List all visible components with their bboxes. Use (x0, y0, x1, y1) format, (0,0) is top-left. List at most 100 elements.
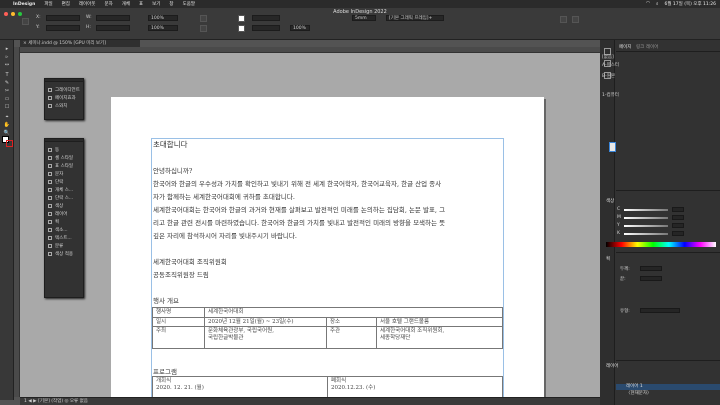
stroke-swatch-icon[interactable] (238, 25, 245, 32)
panel-item-object-styles[interactable]: 개체 스... (45, 186, 83, 194)
table-cell[interactable]: 2020년 12월 21일(월) ~ 23일(수) (204, 316, 327, 327)
menubar-app-name[interactable]: InDesign (13, 2, 35, 7)
signature-line-2[interactable]: 공동조직위원장 드림 (153, 269, 209, 279)
panel-item-gradient[interactable]: 그레이디언트 (45, 86, 83, 94)
layer-row[interactable]: 레이어 1 (616, 384, 720, 390)
object-style-select[interactable]: [기본 그래픽 프레임]+ (386, 15, 444, 21)
page-heading[interactable]: 초대합니다 (153, 139, 188, 150)
menu-window[interactable]: 창 (169, 1, 173, 7)
direct-selection-tool-icon[interactable]: ▹ (3, 54, 11, 60)
document-tab[interactable]: × 세미나.indd @ 150% [GPU 미리 보기] (20, 40, 140, 47)
table-cell[interactable]: 문화체육관광부, 국립국어원, 국립한글박물관 (204, 326, 327, 349)
panel-item-page-effects[interactable]: 페이지효과 (45, 94, 83, 102)
table-cell[interactable]: 주최 (152, 326, 205, 349)
page-label[interactable]: 1-컴퓨터 (602, 92, 619, 98)
table-cell[interactable]: 주관 (326, 326, 377, 349)
stroke-size-field[interactable]: 5mm (352, 15, 376, 21)
w-field[interactable] (96, 15, 130, 21)
x-field[interactable] (46, 15, 80, 21)
hand-tool-icon[interactable]: ✋ (3, 122, 11, 128)
table-cell[interactable]: 행사명 (152, 307, 205, 318)
stroke-weight-input[interactable] (640, 266, 662, 271)
rectangle-tool-icon[interactable]: ☐ (3, 104, 11, 110)
black-field[interactable] (672, 231, 684, 236)
h-field[interactable] (96, 25, 130, 31)
section-program[interactable]: 프로그램 (153, 366, 177, 376)
rectangle-frame-tool-icon[interactable]: ▭ (3, 96, 11, 102)
scissors-tool-icon[interactable]: ✂ (3, 88, 11, 94)
reference-point-icon[interactable] (22, 18, 29, 25)
cyan-field[interactable] (672, 207, 684, 212)
stroke-cap-input[interactable] (640, 276, 662, 281)
layer-row[interactable]: 〈현재문자〉 (616, 391, 720, 397)
stroke-panel-title[interactable]: 획 (606, 256, 610, 262)
gap-tool-icon[interactable]: ↔ (3, 62, 11, 68)
eyedropper-tool-icon[interactable]: ⌖ (3, 114, 11, 120)
panel-item-stroke[interactable]: 획 (45, 218, 83, 226)
menu-view[interactable]: 보기 (152, 1, 160, 7)
scale-x-field[interactable]: 100% (148, 15, 178, 21)
panel-item-paragraph[interactable]: 단락 (45, 178, 83, 186)
body-line-1[interactable]: 한국어와 한글의 우수성과 가치를 확인하고 빛내기 위해 전 세계 한국어학자… (153, 178, 441, 188)
status-bar[interactable]: 1 ◀ ▶ [기본] (작업) ◎ 오류 없음 (20, 397, 600, 405)
clock[interactable]: 6월 17일 (목) 오후 11:26 (665, 1, 717, 7)
color-panel-title[interactable]: 색상 (606, 198, 614, 204)
panel-item-paragraph-styles[interactable]: 단락 스... (45, 194, 83, 202)
magenta-slider[interactable] (624, 217, 668, 219)
menu-table[interactable]: 표 (139, 1, 143, 7)
pages-none-label[interactable]: [없음] (602, 54, 614, 60)
wifi-icon[interactable]: ◠ (646, 1, 650, 7)
page-thumbnail[interactable] (609, 142, 616, 152)
quick-apply-icon[interactable] (560, 16, 567, 23)
panel-menu-icon[interactable] (572, 16, 579, 23)
menu-type[interactable]: 문자 (104, 1, 112, 7)
panel-item-apply-color[interactable]: 색상 적용 (45, 250, 83, 258)
color-spectrum-bar[interactable] (606, 242, 716, 247)
overview-table[interactable]: 행사명 세계한국어대회 일시 2020년 12월 21일(월) ~ 23일(수)… (152, 307, 503, 349)
menu-edit[interactable]: 편집 (62, 1, 70, 7)
pen-tool-icon[interactable]: ✎ (3, 80, 11, 86)
menu-help[interactable]: 도움말 (183, 1, 195, 7)
shear-icon[interactable] (200, 25, 207, 32)
table-cell[interactable]: 장소 (326, 316, 377, 327)
type-tool-icon[interactable]: T (3, 72, 11, 78)
search-icon[interactable]: ⌕ (656, 1, 659, 7)
body-line-2[interactable]: 자가 함께하는 세계한국어대회에 귀하를 초대합니다. (153, 191, 295, 201)
table-cell[interactable]: 세계한국어대회 조직위원회, 세종학당재단 (376, 326, 503, 349)
body-line-3[interactable]: 세계한국어대회는 한국어와 한글의 과거와 현재를 살펴보고 발전적인 미래를 … (153, 204, 445, 214)
panel-item-text-wrap[interactable]: 텍스트... (45, 234, 83, 242)
tab-pages[interactable]: 페이지 (619, 44, 631, 50)
stroke-weight-field[interactable] (252, 15, 280, 21)
greeting[interactable]: 안녕하십니까? (153, 165, 192, 175)
stroke-type-field[interactable] (252, 25, 280, 31)
panel-item-character[interactable]: 문자 (45, 170, 83, 178)
selection-tool-icon[interactable]: ▸ (3, 46, 11, 52)
panel-item[interactable]: 동 (45, 146, 83, 154)
stroke-type-select[interactable] (640, 308, 680, 313)
menu-layout[interactable]: 레이아웃 (79, 1, 96, 7)
table-cell[interactable]: 일시 (152, 316, 205, 327)
rotate-icon[interactable] (200, 15, 207, 22)
yellow-field[interactable] (672, 223, 684, 228)
panel-item-table-styles[interactable]: 표 스타일 (45, 162, 83, 170)
table-cell[interactable]: 서울 호텔 그랜드볼룸 (376, 316, 503, 327)
zoom-window-icon[interactable] (18, 12, 22, 16)
close-window-icon[interactable] (4, 12, 8, 16)
panel-item-color[interactable]: 색상 (45, 202, 83, 210)
layers-panel-title[interactable]: 레이어 (606, 363, 618, 369)
fill-swatch-icon[interactable] (238, 15, 245, 22)
panel-item-swatches[interactable]: 스와치 (45, 102, 83, 110)
menu-object[interactable]: 개체 (122, 1, 130, 7)
master-b[interactable]: B-원본 (602, 73, 615, 79)
cyan-slider[interactable] (624, 209, 668, 211)
master-a[interactable]: A-마스터 (602, 62, 619, 68)
panel-item-category[interactable]: 분류 (45, 242, 83, 250)
menu-file[interactable]: 파일 (44, 1, 52, 7)
fill-stroke-icon[interactable] (2, 136, 13, 147)
panel-item-cell-styles[interactable]: 셀 스타일 (45, 154, 83, 162)
y-field[interactable] (46, 25, 80, 31)
panel-item-swatch[interactable]: 색소... (45, 226, 83, 234)
yellow-slider[interactable] (624, 225, 668, 227)
black-slider[interactable] (624, 233, 668, 235)
opacity-field[interactable]: 100% (290, 25, 310, 31)
